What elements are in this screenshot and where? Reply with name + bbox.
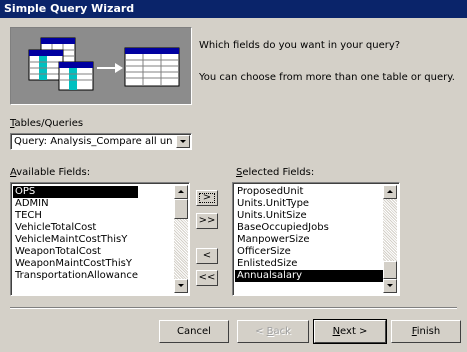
list-item[interactable]: BaseOccupiedJobs: [235, 222, 383, 234]
finish-label: inish: [416, 326, 441, 337]
tables-queries-label: Tables/Queries: [10, 118, 83, 129]
list-item[interactable]: WeaponMaintCostThisY: [13, 258, 138, 270]
scroll-up-button[interactable]: [174, 185, 188, 199]
title-bar[interactable]: Simple Query Wizard: [0, 0, 467, 18]
next-hotkey: N: [332, 326, 341, 337]
list-item[interactable]: WeaponTotalCost: [13, 246, 138, 258]
list-item[interactable]: Units.UnitType: [235, 198, 383, 210]
chevron-down-icon: [387, 284, 393, 287]
cancel-button[interactable]: Cancel: [159, 320, 229, 343]
wizard-question: Which fields do you want in your query?: [199, 40, 401, 51]
list-item[interactable]: ADMIN: [13, 198, 138, 210]
add-all-fields-button[interactable]: >>: [196, 213, 218, 229]
available-fields-label: Available Fields:: [10, 167, 90, 178]
list-item[interactable]: VehicleMaintCostThisY: [13, 234, 138, 246]
list-item[interactable]: ProposedUnit: [235, 186, 383, 198]
selected-fields-label: Selected Fields:: [236, 167, 314, 178]
list-item[interactable]: VehicleTotalCost: [13, 222, 138, 234]
back-prefix: <: [255, 326, 267, 337]
scroll-down-button[interactable]: [174, 279, 188, 293]
tables-queries-combobox[interactable]: Query: Analysis_Compare all uni: [10, 133, 192, 150]
selected-fields-list[interactable]: ProposedUnit Units.UnitType Units.UnitSize…: [232, 182, 400, 296]
selected-fields-items: ProposedUnit Units.UnitType Units.UnitSize…: [235, 186, 383, 282]
remove-field-button[interactable]: <: [196, 248, 218, 264]
wizard-illustration: [10, 27, 192, 105]
list-item[interactable]: ManpowerSize: [235, 234, 383, 246]
available-fields-list[interactable]: OPS ADMIN TECH VehicleTotalCost VehicleMaint…: [10, 182, 190, 296]
chevron-down-icon: [178, 284, 184, 287]
selected-label-text: elected Fields:: [242, 167, 315, 178]
list-item[interactable]: Annualsalary: [235, 270, 383, 282]
back-button[interactable]: < Back: [237, 320, 309, 343]
remove-all-fields-button[interactable]: <<: [196, 270, 218, 286]
scroll-thumb[interactable]: [174, 199, 188, 219]
add-field-button[interactable]: >: [196, 190, 218, 206]
window-title: Simple Query Wizard: [4, 2, 135, 15]
button-divider: [10, 307, 457, 309]
tables-label-text: ables/Queries: [14, 118, 84, 129]
list-item[interactable]: Units.UnitSize: [235, 210, 383, 222]
chevron-up-icon: [387, 190, 393, 193]
list-item[interactable]: OfficerSize: [235, 246, 383, 258]
available-label-text: vailable Fields:: [16, 167, 91, 178]
next-button[interactable]: Next >: [313, 319, 387, 344]
list-item[interactable]: OPS: [13, 186, 139, 198]
selected-fields-scrollbar[interactable]: [383, 185, 397, 293]
chevron-up-icon: [178, 190, 184, 193]
wizard-hint: You can choose from more than one table …: [199, 72, 455, 83]
scroll-down-button[interactable]: [383, 279, 397, 293]
list-item[interactable]: EnlistedSize: [235, 258, 383, 270]
finish-button[interactable]: Finish: [391, 320, 461, 343]
next-label: ext >: [340, 326, 368, 337]
query-wizard-dialog: Simple Query Wizard Which fields do you …: [0, 0, 467, 352]
combobox-dropdown-button[interactable]: [176, 135, 190, 148]
available-fields-scrollbar[interactable]: [174, 185, 188, 293]
tables-queries-value: Query: Analysis_Compare all uni: [14, 136, 172, 147]
chevron-down-icon: [180, 140, 186, 143]
list-item[interactable]: TECH: [13, 210, 138, 222]
back-label: ack: [273, 326, 291, 337]
scroll-up-button[interactable]: [383, 185, 397, 199]
back-hotkey: B: [266, 326, 274, 337]
scroll-thumb[interactable]: [383, 261, 397, 279]
available-fields-items: OPS ADMIN TECH VehicleTotalCost VehicleMaint…: [13, 186, 139, 282]
list-item[interactable]: TransportationAllowance: [13, 270, 138, 282]
table-to-query-icon: [11, 28, 191, 104]
